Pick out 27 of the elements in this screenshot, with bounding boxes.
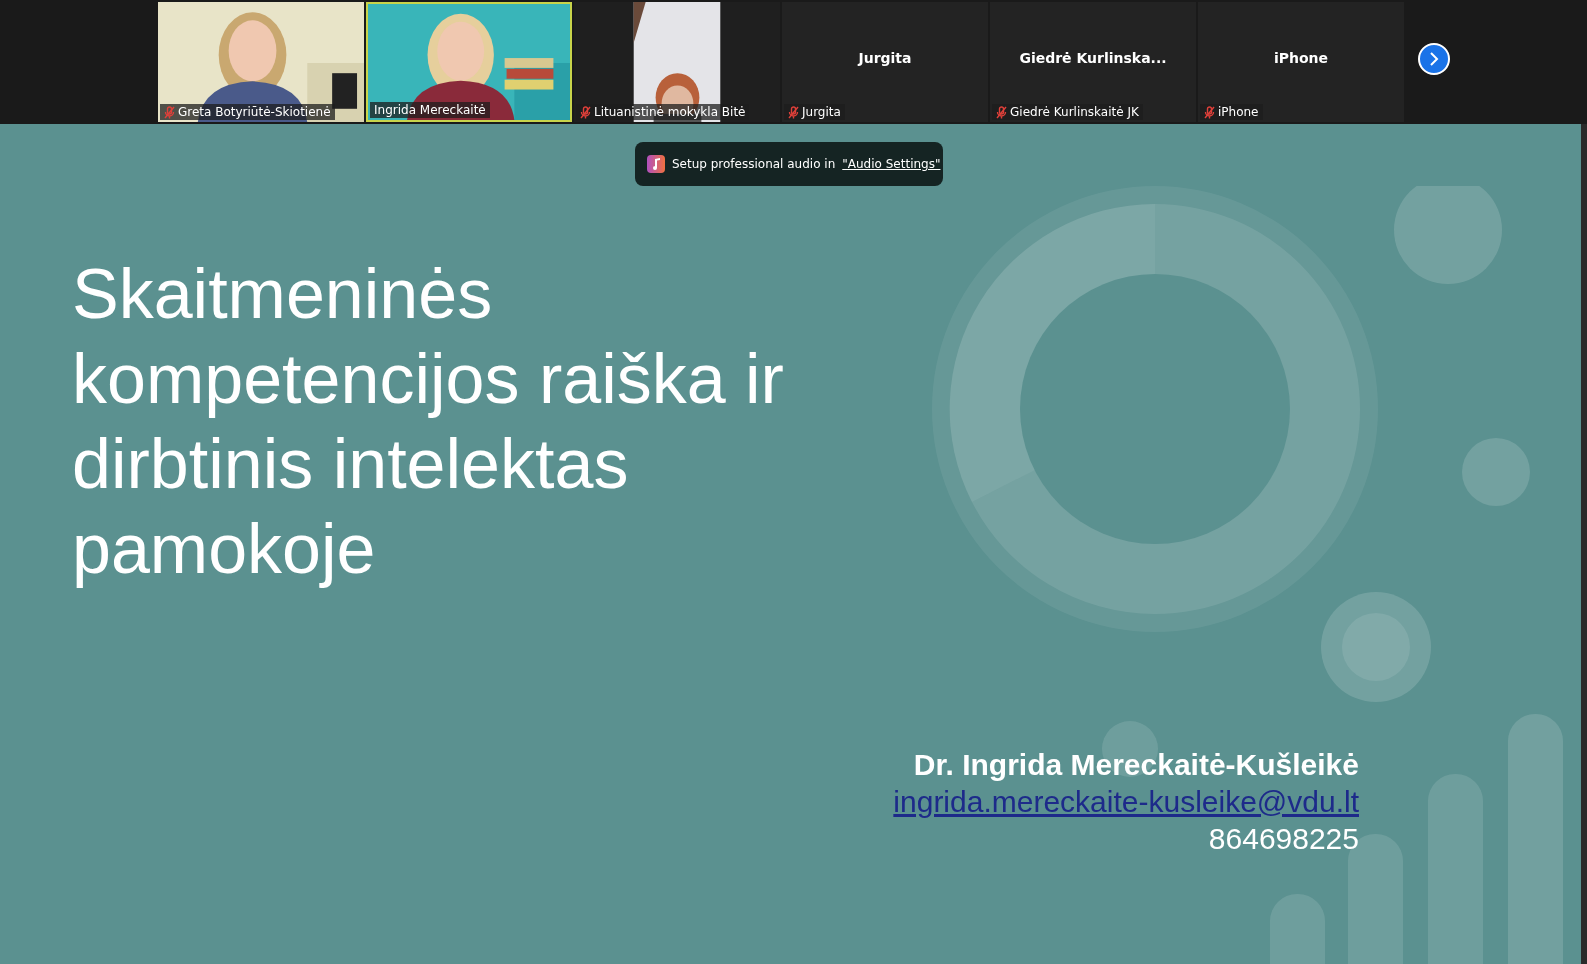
participant-name: Giedrė Kurlinskaitė JK: [1010, 105, 1139, 119]
participant-name: iPhone: [1218, 105, 1259, 119]
muted-microphone-icon: [788, 105, 799, 119]
slide-title: Skaitmeninės kompetencijos raiška ir dirbtinis intelektas pamokoje: [72, 254, 785, 590]
audio-settings-link[interactable]: "Audio Settings": [842, 157, 941, 171]
participant-name: Giedrė Kurlinska...: [1018, 50, 1168, 66]
muted-microphone-icon: [1204, 105, 1215, 119]
participant-name: Jurgita: [802, 105, 841, 119]
notice-text: Setup professional audio in: [672, 157, 836, 171]
participant-name: Lituanistinė mokykla Bitė: [594, 105, 746, 119]
participant-name: Jurgita: [856, 50, 913, 66]
author-name: Dr. Ingrida Mereckaitė-Kušleikė: [913, 747, 1359, 783]
participant-name: iPhone: [1272, 50, 1330, 66]
participant-name: Ingrida Mereckaitė: [374, 103, 486, 117]
video-tile[interactable]: iPhone iPhone: [1198, 2, 1404, 122]
muted-microphone-icon: [996, 105, 1007, 119]
muted-microphone-icon: [164, 105, 175, 119]
music-note-icon: [647, 155, 665, 173]
video-tile[interactable]: Ingrida Mereckaitė: [366, 2, 572, 122]
video-tile[interactable]: Jurgita Jurgita: [782, 2, 988, 122]
phone-number: 864698225: [1208, 821, 1359, 857]
participant-name: Greta Botyriūtė-Skiotienė: [178, 105, 331, 119]
muted-microphone-icon: [580, 105, 591, 119]
next-page-button[interactable]: [1418, 43, 1450, 75]
chevron-right-icon: [1428, 52, 1440, 66]
video-tile[interactable]: Giedrė Kurlinska... Giedrė Kurlinskaitė JK: [990, 2, 1196, 122]
video-tile[interactable]: Greta Botyriūtė-Skiotienė: [158, 2, 364, 122]
